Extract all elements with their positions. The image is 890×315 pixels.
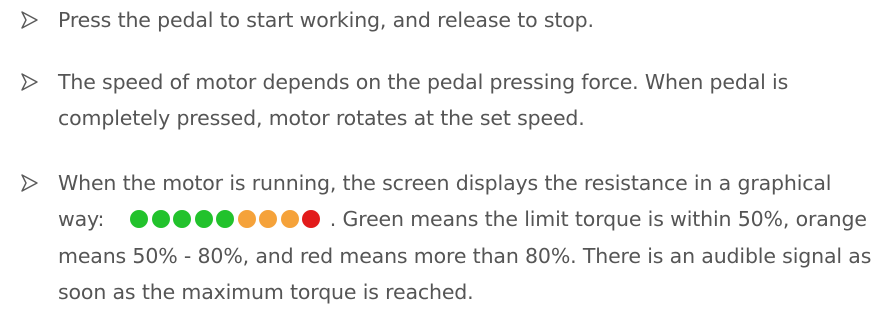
item-text: When the motor is running, the screen di… <box>58 165 878 310</box>
text-line: soon as the maximum torque is reached. <box>58 280 474 304</box>
orange-dot <box>280 210 299 228</box>
instruction-list: Press the pedal to start working, and re… <box>0 0 890 315</box>
green-dot <box>173 210 192 228</box>
text-line: Press the pedal to start working, and re… <box>58 8 594 32</box>
orange-dot <box>237 210 256 228</box>
text-fragment: . Green means the limit torque is within… <box>329 207 867 231</box>
arrow-bullet-icon <box>21 173 39 193</box>
text-line-with-indicator: way: . Green means the limit torque is wi… <box>58 201 878 238</box>
text-line: completely pressed, motor rotates at the… <box>58 106 585 130</box>
green-dot <box>216 210 235 228</box>
text-line: The speed of motor depends on the pedal … <box>58 70 789 94</box>
green-dot <box>130 210 149 228</box>
text-line: When the motor is running, the screen di… <box>58 171 832 195</box>
green-dot <box>151 210 170 228</box>
red-dot <box>302 210 321 228</box>
text-fragment: way: <box>58 207 105 231</box>
green-dot <box>194 210 213 228</box>
arrow-bullet-icon <box>21 72 39 92</box>
orange-dot <box>259 210 278 228</box>
torque-indicator-dots <box>130 200 324 236</box>
arrow-bullet-icon <box>21 10 39 30</box>
item-text: The speed of motor depends on the pedal … <box>58 64 878 136</box>
item-text: Press the pedal to start working, and re… <box>58 2 878 38</box>
text-line: means 50% - 80%, and red means more than… <box>58 244 872 268</box>
